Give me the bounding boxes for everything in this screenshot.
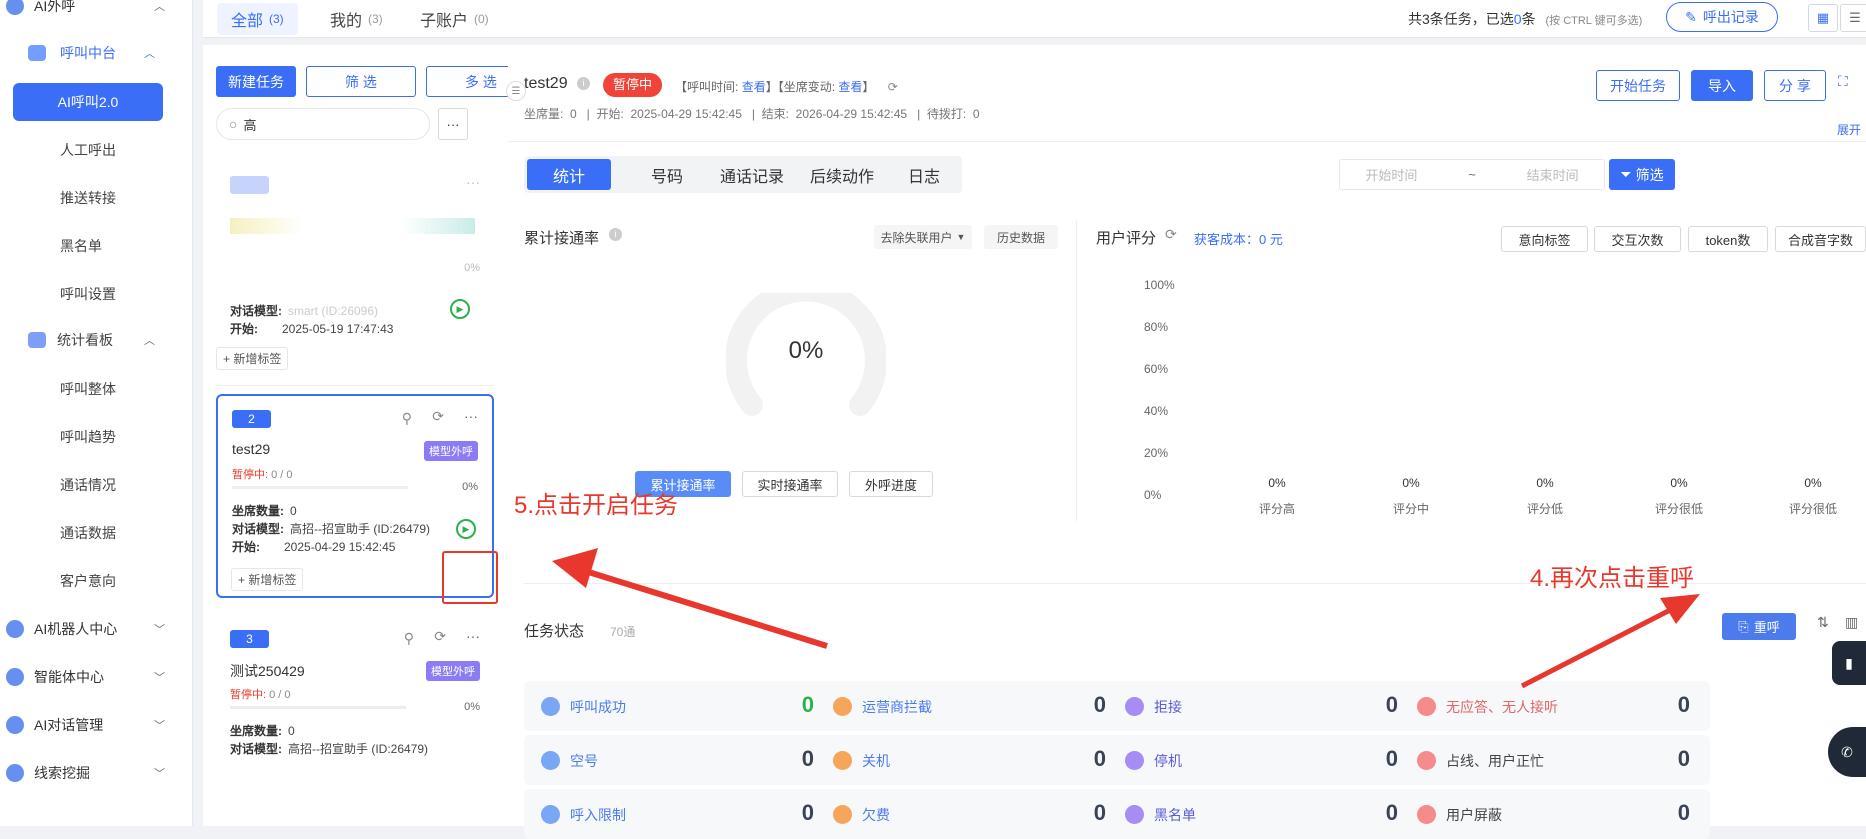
- arrowhead: [1660, 594, 1700, 624]
- arrow-to-recall: [1520, 603, 1680, 689]
- arrow-to-play: [581, 567, 828, 649]
- arrowhead: [552, 548, 598, 588]
- annotation-arrows: [552, 548, 1700, 689]
